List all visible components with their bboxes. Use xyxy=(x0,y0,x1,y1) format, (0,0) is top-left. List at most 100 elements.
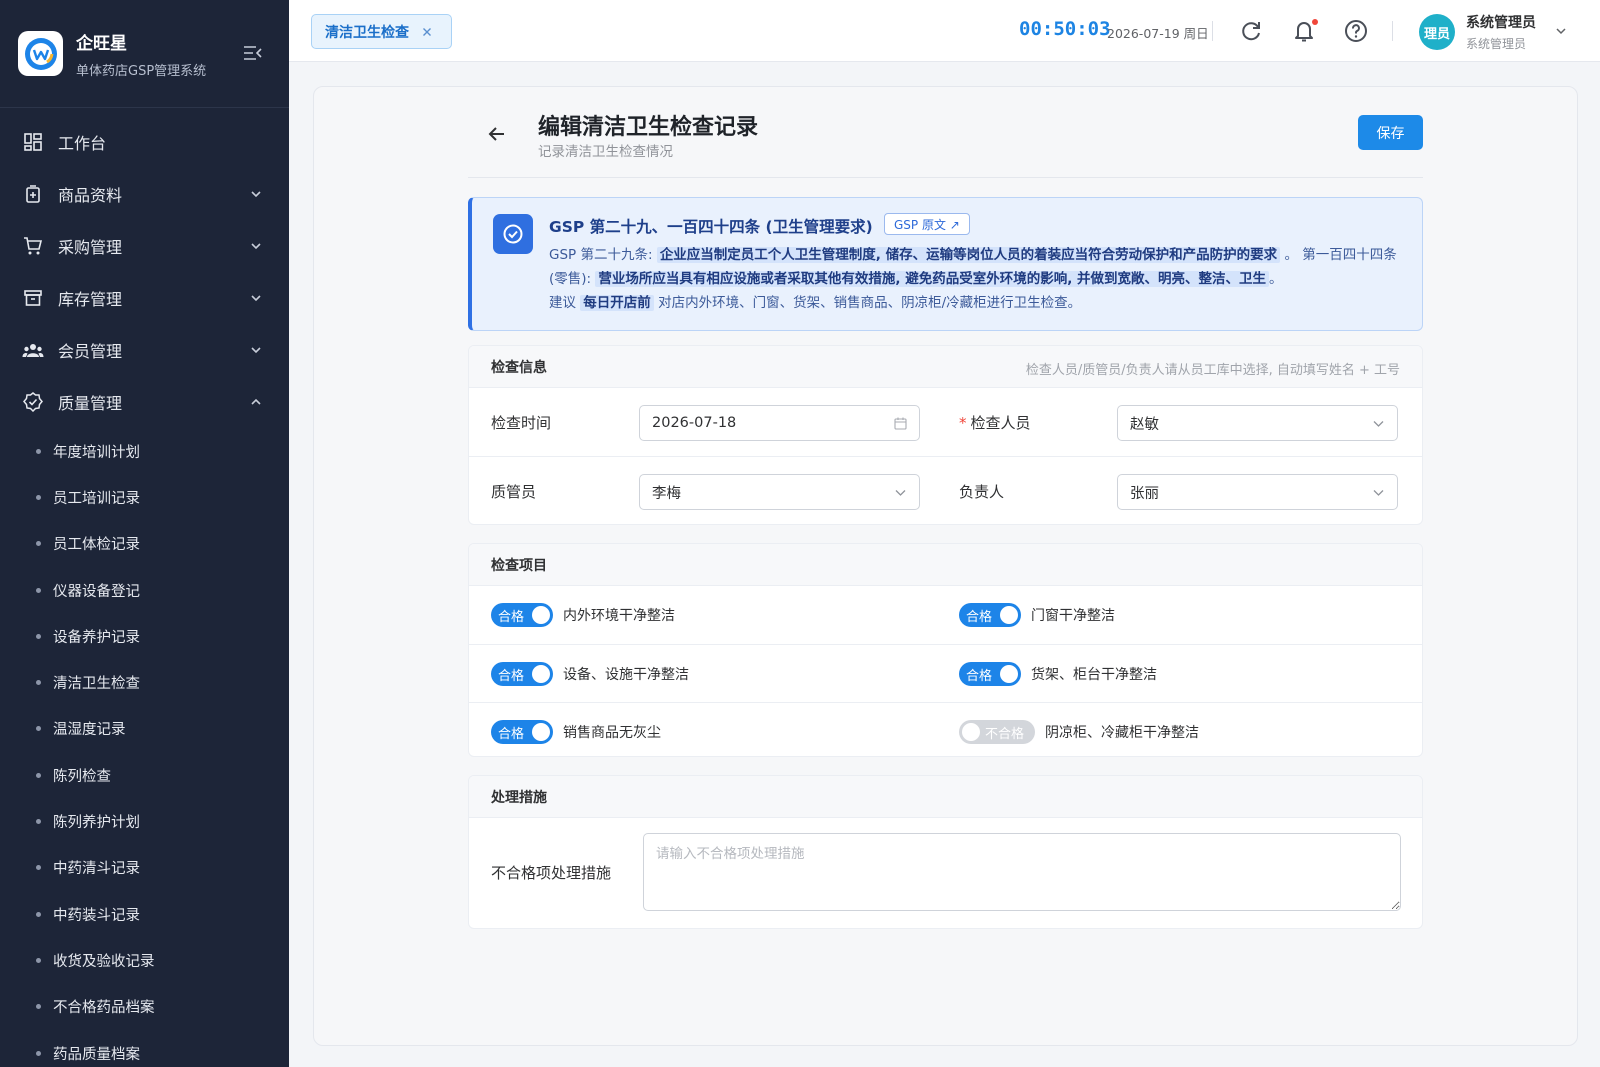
submenu-item-display-check[interactable]: 陈列检查 xyxy=(0,752,289,798)
refresh-icon[interactable] xyxy=(1238,18,1264,44)
help-icon[interactable] xyxy=(1343,18,1369,44)
save-button[interactable]: 保存 xyxy=(1358,115,1423,150)
menu-item-label: 工作台 xyxy=(58,134,107,153)
notice-text: GSP 第二十九条: xyxy=(549,247,653,263)
back-arrow-icon[interactable] xyxy=(486,123,508,145)
fail-toggle[interactable]: 不合格 xyxy=(959,720,1035,744)
toggle-knob xyxy=(962,723,980,741)
notice-highlight: 企业应当制定员工个人卫生管理制度, 储存、运输等岗位人员的着装应当符合劳动保护和… xyxy=(656,247,1281,263)
section-title: 处理措施 xyxy=(491,789,547,806)
form-row: 不合格项处理措施 xyxy=(469,818,1422,928)
tab-label: 清洁卫生检查 xyxy=(325,24,409,41)
quality-badge-icon xyxy=(22,391,44,413)
submenu-item-annual-training[interactable]: 年度培训计划 xyxy=(0,428,289,474)
submenu-item-cleaning-check[interactable]: 清洁卫生检查 xyxy=(0,659,289,705)
notice-text: 对店内外环境、门窗、货架、销售商品、阴凉柜/冷藏柜进行卫生检查。 xyxy=(658,295,1082,311)
inspector-select[interactable]: 赵敏 xyxy=(1117,405,1398,441)
chevron-down-icon xyxy=(251,191,261,198)
user-role: 系统管理员 xyxy=(1466,37,1527,51)
bullet-dot xyxy=(36,772,41,778)
check-item-label: 内外环境干净整洁 xyxy=(563,608,675,624)
check-row: 合格 设备、设施干净整洁 合格 货架、柜台干净整洁 xyxy=(469,644,1422,702)
menu-item-members[interactable]: 会员管理 xyxy=(0,324,289,376)
submenu-item-temp-humidity[interactable]: 温湿度记录 xyxy=(0,706,289,752)
check-item: 合格 内外环境干净整洁 xyxy=(491,603,675,627)
pass-toggle[interactable]: 合格 xyxy=(491,720,553,744)
dashboard-icon xyxy=(22,131,44,153)
field-label: 不合格项处理措施 xyxy=(491,864,612,882)
chevron-down-icon xyxy=(1373,490,1384,496)
form-row: 检查时间 2026-07-18 * 检查人员 赵敏 xyxy=(469,388,1422,456)
notice-title: GSP 第二十九、一百四十四条 (卫生管理要求) xyxy=(549,218,873,236)
toggle-knob xyxy=(532,665,550,683)
check-item-label: 门窗干净整洁 xyxy=(1031,608,1115,624)
owner-select[interactable]: 张丽 xyxy=(1117,474,1398,510)
menu-item-inventory[interactable]: 库存管理 xyxy=(0,272,289,324)
pass-toggle[interactable]: 合格 xyxy=(491,603,553,627)
divider xyxy=(1392,21,1393,41)
current-date: 2026-07-19 周日 xyxy=(1107,26,1209,41)
main-menu: 工作台 商品资料 采购管理 库存管理 会员管理 质量管理 年度培训计划 员工培训… xyxy=(0,108,289,1067)
submenu-item-equipment-maintenance[interactable]: 设备养护记录 xyxy=(0,613,289,659)
tab-cleaning-check[interactable]: 清洁卫生检查 xyxy=(311,14,452,49)
submenu-item-nonconforming[interactable]: 不合格药品档案 xyxy=(0,984,289,1030)
bullet-dot xyxy=(36,494,41,500)
bullet-dot xyxy=(36,448,41,454)
pass-toggle[interactable]: 合格 xyxy=(959,662,1021,686)
bullet-dot xyxy=(36,633,41,639)
brand: 企旺星 单体药店GSP管理系统 xyxy=(0,0,289,108)
close-icon[interactable] xyxy=(421,26,433,38)
submenu-item-label: 中药清斗记录 xyxy=(53,861,140,878)
notice-highlight: 每日开店前 xyxy=(580,295,654,311)
check-item: 合格 货架、柜台干净整洁 xyxy=(959,662,1157,686)
submenu-item-receiving[interactable]: 收货及验收记录 xyxy=(0,937,289,983)
bullet-dot xyxy=(36,819,41,825)
menu-item-products[interactable]: 商品资料 xyxy=(0,168,289,220)
form-row: 质管员 李梅 负责人 张丽 xyxy=(469,456,1422,524)
gsp-source-link[interactable]: GSP 原文 ↗ xyxy=(884,213,970,235)
field-label: * 检查人员 xyxy=(959,414,1031,432)
submenu-item-quality-archive[interactable]: 药品质量档案 xyxy=(0,1030,289,1067)
toggle-text: 合格 xyxy=(498,609,525,625)
check-item: 合格 门窗干净整洁 xyxy=(959,603,1115,627)
submenu-item-herb-clean[interactable]: 中药清斗记录 xyxy=(0,845,289,891)
qa-manager-select[interactable]: 李梅 xyxy=(639,474,920,510)
toggle-text: 合格 xyxy=(498,668,525,684)
cart-icon xyxy=(22,235,44,257)
section-title: 检查项目 xyxy=(491,557,547,574)
submenu-item-label: 员工体检记录 xyxy=(53,537,140,554)
section-hint: 检查人员/质管员/负责人请从员工库中选择, 自动填写姓名 + 工号 xyxy=(1025,363,1400,378)
pass-toggle[interactable]: 合格 xyxy=(491,662,553,686)
toggle-knob xyxy=(1000,606,1018,624)
inspection-date-picker[interactable]: 2026-07-18 xyxy=(639,405,920,441)
bullet-dot xyxy=(36,680,41,686)
menu-item-workbench[interactable]: 工作台 xyxy=(0,116,289,168)
submenu-item-display-plan[interactable]: 陈列养护计划 xyxy=(0,798,289,844)
measures-textarea[interactable] xyxy=(643,833,1401,911)
pass-toggle[interactable]: 合格 xyxy=(959,603,1021,627)
user-name[interactable]: 系统管理员 xyxy=(1466,12,1536,32)
menu-item-label: 采购管理 xyxy=(58,238,123,257)
calendar-icon xyxy=(894,417,907,430)
submenu-item-staff-training[interactable]: 员工培训记录 xyxy=(0,474,289,520)
chevron-down-icon xyxy=(251,243,261,250)
clock: 00:50:03 xyxy=(1019,18,1111,40)
check-items-section: 检查项目 合格 内外环境干净整洁 合格 门窗干净整洁 合格 设备、设施干净整洁 … xyxy=(468,543,1423,757)
collapse-menu-icon[interactable] xyxy=(243,44,263,62)
notice-highlight: 营业场所应当具有相应设施或者采取其他有效措施, 避免药品受室外环境的影响, 并做… xyxy=(595,271,1270,287)
submenu-item-label: 温湿度记录 xyxy=(53,722,126,739)
check-item-label: 阴凉柜、冷藏柜干净整洁 xyxy=(1045,725,1199,741)
bullet-dot xyxy=(36,541,41,547)
submenu-item-health-check[interactable]: 员工体检记录 xyxy=(0,521,289,567)
submenu-item-equipment[interactable]: 仪器设备登记 xyxy=(0,567,289,613)
check-item: 不合格 阴凉柜、冷藏柜干净整洁 xyxy=(959,720,1199,744)
select-value: 张丽 xyxy=(1130,485,1159,502)
menu-item-purchase[interactable]: 采购管理 xyxy=(0,220,289,272)
avatar[interactable]: 理员 xyxy=(1419,14,1455,50)
notice-text: 建议 xyxy=(549,295,576,311)
chevron-down-icon[interactable] xyxy=(1555,25,1567,37)
field-label: 检查时间 xyxy=(491,414,552,432)
submenu-item-herb-fill[interactable]: 中药装斗记录 xyxy=(0,891,289,937)
menu-item-quality[interactable]: 质量管理 xyxy=(0,376,289,428)
main-card: 编辑清洁卫生检查记录 记录清洁卫生检查情况 保存 GSP 第二十九、一百四十四条… xyxy=(313,86,1578,1046)
